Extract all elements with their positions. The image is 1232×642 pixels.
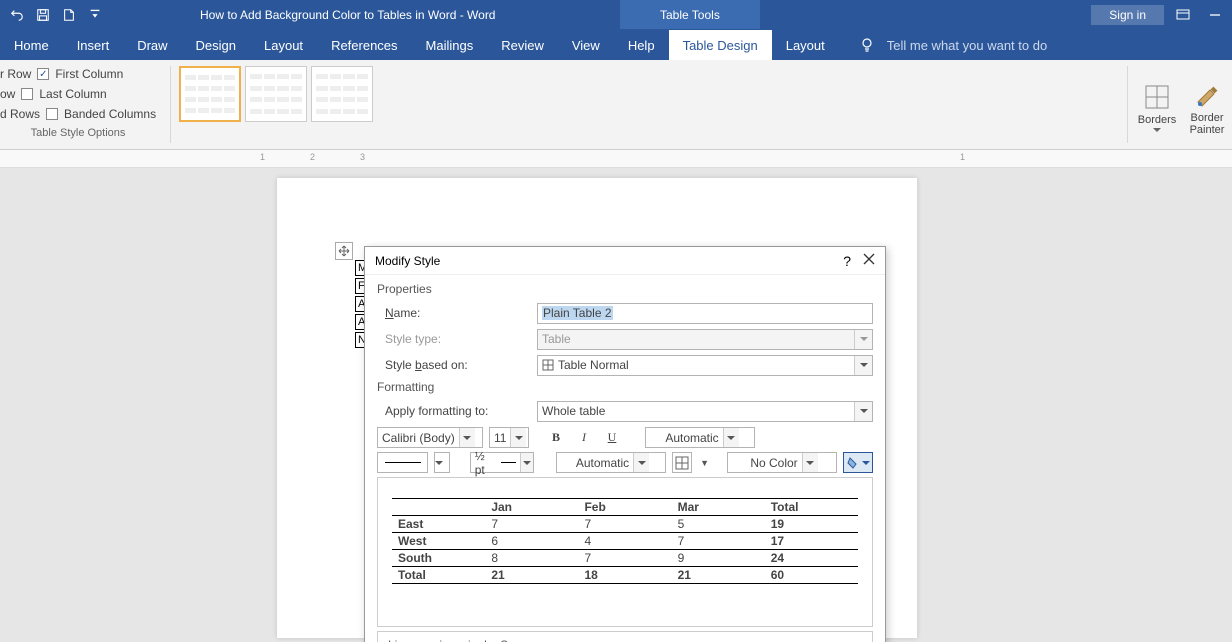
font-field[interactable]: Calibri (Body): [377, 427, 483, 448]
save-icon[interactable]: [32, 4, 54, 26]
banded-rows-label: d Rows: [0, 107, 40, 121]
preview-table: Jan Feb Mar Total East77519 West64717 So…: [392, 498, 858, 584]
border-painter-button[interactable]: Border Painter: [1182, 60, 1232, 149]
line-style-field[interactable]: [377, 452, 428, 473]
shading-button[interactable]: [843, 452, 873, 473]
table-style-3[interactable]: [311, 66, 373, 122]
tellme-input[interactable]: [885, 37, 1085, 54]
minimize-icon[interactable]: [1202, 2, 1228, 28]
banded-columns-label: Banded Columns: [64, 107, 156, 121]
last-column-check[interactable]: [21, 88, 33, 100]
last-column-label: Last Column: [39, 87, 106, 101]
lightbulb-icon: [859, 36, 875, 55]
tab-help[interactable]: Help: [614, 30, 669, 60]
style-description: Line spacing: single, Space After: 0 pt,…: [377, 631, 873, 642]
table-style-1[interactable]: [179, 66, 241, 122]
ribbon: r Row ✓ First Column ow Last Column d Row…: [0, 60, 1232, 150]
tab-review[interactable]: Review: [487, 30, 558, 60]
table-styles-gallery[interactable]: [175, 60, 377, 149]
titlebar: How to Add Background Color to Tables in…: [0, 0, 1232, 30]
horizontal-ruler: 1 2 3 1: [0, 150, 1232, 168]
font-color-field[interactable]: Automatic: [645, 427, 755, 448]
document-area: M F A A N Modify Style ? Properties Name…: [0, 168, 1232, 642]
tab-home[interactable]: Home: [0, 30, 63, 60]
underline-button[interactable]: U: [601, 427, 623, 448]
tab-table-layout[interactable]: Layout: [772, 30, 839, 60]
name-field[interactable]: Plain Table 2: [537, 303, 873, 324]
bold-button[interactable]: B: [545, 427, 567, 448]
qat-customize-icon[interactable]: [84, 4, 106, 26]
banded-columns-check[interactable]: [46, 108, 58, 120]
modify-style-dialog: Modify Style ? Properties Name: Plain Ta…: [364, 246, 886, 642]
dialog-title: Modify Style: [375, 254, 440, 268]
tab-table-design[interactable]: Table Design: [669, 30, 772, 60]
painter-icon: [1192, 80, 1222, 110]
first-column-label: First Column: [55, 67, 123, 81]
document-title: How to Add Background Color to Tables in…: [200, 8, 495, 22]
new-doc-icon[interactable]: [58, 4, 80, 26]
tab-view[interactable]: View: [558, 30, 614, 60]
borders-preset[interactable]: [672, 452, 693, 473]
apply-to-field[interactable]: Whole table: [537, 401, 873, 422]
formatting-section: Formatting: [377, 380, 873, 394]
line-style-dd[interactable]: [434, 452, 450, 473]
line-weight-field[interactable]: ½ pt: [470, 452, 534, 473]
tab-layout[interactable]: Layout: [250, 30, 317, 60]
table-move-handle[interactable]: [335, 242, 353, 260]
help-button[interactable]: ?: [843, 253, 851, 269]
italic-button[interactable]: I: [573, 427, 595, 448]
pen-color-field[interactable]: Automatic: [556, 452, 666, 473]
borders-preset-dd[interactable]: ▼: [698, 458, 711, 468]
tab-mailings[interactable]: Mailings: [412, 30, 488, 60]
close-icon[interactable]: [863, 253, 875, 268]
borders-button[interactable]: Borders: [1132, 60, 1182, 149]
style-type-label: Style type:: [377, 332, 537, 346]
based-on-field[interactable]: Table Normal: [537, 355, 873, 376]
preview-box: Jan Feb Mar Total East77519 West64717 So…: [377, 477, 873, 627]
first-column-check[interactable]: ✓: [37, 68, 49, 80]
contextual-tab-group: Table Tools: [620, 0, 760, 30]
undo-icon[interactable]: [6, 4, 28, 26]
ribbon-display-icon[interactable]: [1170, 2, 1196, 28]
total-row-label: ow: [0, 87, 15, 101]
tab-references[interactable]: References: [317, 30, 411, 60]
table-style-2[interactable]: [245, 66, 307, 122]
properties-section: Properties: [377, 282, 873, 296]
apply-to-label: Apply formatting to:: [377, 404, 537, 418]
based-on-label: Style based on:: [377, 358, 537, 372]
ribbon-tabs: Home Insert Draw Design Layout Reference…: [0, 30, 1232, 60]
header-row-label: r Row: [0, 67, 31, 81]
tab-design[interactable]: Design: [182, 30, 250, 60]
tab-insert[interactable]: Insert: [63, 30, 124, 60]
size-field[interactable]: 11: [489, 427, 529, 448]
fill-color-field[interactable]: No Color: [727, 452, 837, 473]
signin-button[interactable]: Sign in: [1091, 5, 1164, 25]
borders-icon: [1142, 82, 1172, 112]
name-label: Name:: [377, 306, 537, 320]
table-style-options-group: Table Style Options: [0, 124, 156, 139]
tab-draw[interactable]: Draw: [123, 30, 181, 60]
style-type-field: Table: [537, 329, 873, 350]
